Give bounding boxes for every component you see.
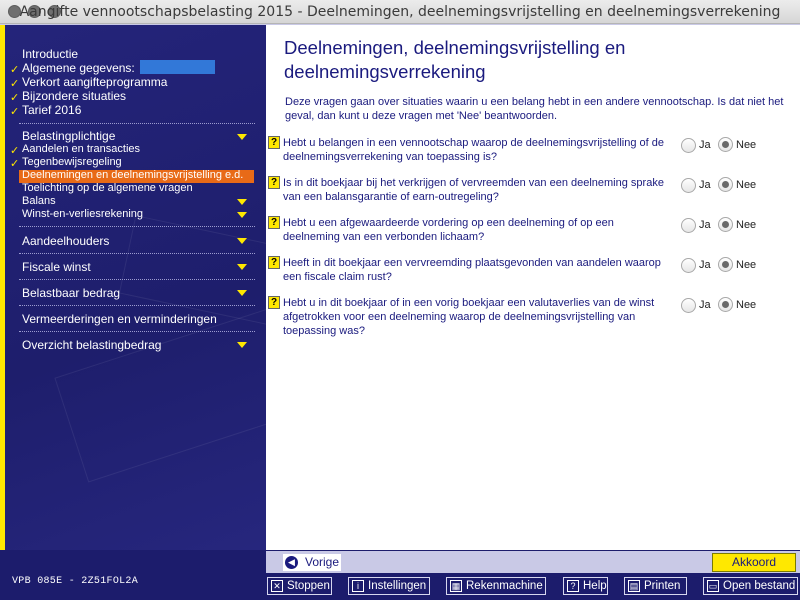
open-file-button[interactable]: ▭ Open bestand bbox=[703, 577, 798, 595]
sidebar-item-belastingplichtige[interactable]: Belastingplichtige bbox=[22, 129, 115, 143]
check-icon: ✓ bbox=[10, 92, 20, 104]
main-content: Deelnemingen, deelnemingsvrijstelling en… bbox=[266, 25, 800, 550]
radio-nee[interactable] bbox=[718, 217, 733, 232]
check-icon: ✓ bbox=[10, 158, 20, 170]
sidebar-divider bbox=[19, 226, 255, 227]
radio-label-nee: Nee bbox=[736, 179, 757, 191]
sidebar-item-aandelen-en-transacties[interactable]: Aandelen en transacties bbox=[22, 143, 140, 155]
check-icon: ✓ bbox=[10, 78, 20, 90]
sidebar-divider bbox=[19, 279, 255, 280]
chevron-down-icon[interactable] bbox=[237, 342, 247, 348]
open-file-button-label: Open bestand bbox=[723, 580, 796, 592]
radio-ja[interactable] bbox=[681, 298, 696, 313]
printer-icon: ▤ bbox=[628, 580, 640, 592]
calculator-button-label: Rekenmachine bbox=[466, 580, 543, 592]
help-icon[interactable]: ? bbox=[268, 296, 280, 309]
question-text: Hebt u in dit boekjaar of in een vorig b… bbox=[283, 297, 655, 337]
check-icon: ✓ bbox=[10, 145, 20, 157]
sidebar: Introductie ✓ Algemene gegevens: ✓ Verko… bbox=[0, 25, 266, 575]
sidebar-item-toelichting[interactable]: Toelichting op de algemene vragen bbox=[22, 182, 193, 194]
page-title: Deelnemingen, deelnemingsvrijstelling en… bbox=[284, 37, 626, 82]
sidebar-item-overzicht-belastingbedrag[interactable]: Overzicht belastingbedrag bbox=[22, 338, 161, 352]
sidebar-item-introductie[interactable]: Introductie bbox=[22, 47, 78, 61]
radio-ja[interactable] bbox=[681, 138, 696, 153]
help-icon[interactable]: ? bbox=[268, 176, 280, 189]
sidebar-item-aandeelhouders[interactable]: Aandeelhouders bbox=[22, 234, 109, 248]
stop-button-label: Stoppen bbox=[287, 580, 330, 592]
sidebar-divider bbox=[19, 305, 255, 306]
radio-label-nee: Nee bbox=[736, 259, 757, 271]
sidebar-item-deelnemingen[interactable]: Deelnemingen en deelnemingsvrijstelling … bbox=[22, 169, 243, 181]
question-text: Hebt u belangen in een vennootschap waar… bbox=[283, 137, 664, 163]
radio-ja[interactable] bbox=[681, 258, 696, 273]
sidebar-divider bbox=[19, 253, 255, 254]
help-button-label: Help bbox=[583, 580, 607, 592]
sidebar-item-vermeerderingen[interactable]: Vermeerderingen en verminderingen bbox=[22, 312, 217, 326]
radio-nee[interactable] bbox=[718, 297, 733, 312]
question-text: Is in dit boekjaar bij het verkrijgen of… bbox=[283, 177, 664, 203]
question-text: Hebt u een afgewaardeerde vordering op e… bbox=[283, 217, 614, 243]
chevron-down-icon[interactable] bbox=[237, 134, 247, 140]
sidebar-item-tegenbewijsregeling[interactable]: Tegenbewijsregeling bbox=[22, 156, 122, 168]
radio-label-ja: Ja bbox=[699, 299, 711, 311]
sidebar-item-algemene-gegevens[interactable]: Algemene gegevens: bbox=[22, 61, 135, 75]
calculator-icon: ▦ bbox=[450, 580, 462, 592]
radio-label-ja: Ja bbox=[699, 139, 711, 151]
help-button[interactable]: ? Help bbox=[563, 577, 608, 595]
sidebar-item-belastbaar-bedrag[interactable]: Belastbaar bedrag bbox=[22, 286, 120, 300]
window-title: Aangifte vennootschapsbelasting 2015 - D… bbox=[19, 4, 781, 20]
settings-button-label: Instellingen bbox=[368, 580, 427, 592]
radio-nee[interactable] bbox=[718, 257, 733, 272]
version-label: VPB 085E - 2Z51FOL2A bbox=[12, 576, 139, 587]
radio-nee[interactable] bbox=[718, 137, 733, 152]
back-button-label: Vorige bbox=[305, 555, 340, 569]
ok-button[interactable]: Akkoord bbox=[712, 553, 796, 572]
sidebar-divider bbox=[19, 123, 255, 124]
radio-label-ja: Ja bbox=[699, 179, 711, 191]
chevron-down-icon[interactable] bbox=[237, 212, 247, 218]
sidebar-divider bbox=[19, 331, 255, 332]
sidebar-item-tarief-2016[interactable]: Tarief 2016 bbox=[22, 103, 81, 117]
sidebar-item-balans[interactable]: Balans bbox=[22, 195, 56, 207]
help-icon: ? bbox=[567, 580, 579, 592]
help-icon[interactable]: ? bbox=[268, 136, 280, 149]
sidebar-item-verkort-aangifteprogramma[interactable]: Verkort aangifteprogramma bbox=[22, 75, 167, 89]
question-text: Heeft in dit boekjaar een vervreemding p… bbox=[283, 257, 661, 283]
radio-label-ja: Ja bbox=[699, 219, 711, 231]
chevron-down-icon[interactable] bbox=[237, 290, 247, 296]
help-icon[interactable]: ? bbox=[268, 256, 280, 269]
sidebar-item-fiscale-winst[interactable]: Fiscale winst bbox=[22, 260, 91, 274]
title-bar: Aangifte vennootschapsbelasting 2015 - D… bbox=[0, 0, 800, 24]
settings-button[interactable]: i Instellingen bbox=[348, 577, 430, 595]
intro-text: Deze vragen gaan over situaties waarin u… bbox=[285, 96, 784, 122]
radio-label-nee: Nee bbox=[736, 139, 757, 151]
radio-ja[interactable] bbox=[681, 218, 696, 233]
redacted-value bbox=[140, 60, 215, 74]
navigation-bar: ◀ Vorige Akkoord bbox=[266, 551, 800, 573]
stop-button[interactable]: ✕ Stoppen bbox=[267, 577, 332, 595]
help-icon[interactable]: ? bbox=[268, 216, 280, 229]
arrow-left-icon: ◀ bbox=[285, 556, 298, 569]
check-icon: ✓ bbox=[10, 64, 20, 76]
print-button[interactable]: ▤ Printen bbox=[624, 577, 687, 595]
chevron-down-icon[interactable] bbox=[237, 199, 247, 205]
folder-icon: ▭ bbox=[707, 580, 719, 592]
info-icon: i bbox=[352, 580, 364, 592]
radio-nee[interactable] bbox=[718, 177, 733, 192]
check-icon: ✓ bbox=[10, 106, 20, 118]
sidebar-item-bijzondere-situaties[interactable]: Bijzondere situaties bbox=[22, 89, 126, 103]
chevron-down-icon[interactable] bbox=[237, 264, 247, 270]
sidebar-item-winst-en-verliesrekening[interactable]: Winst-en-verliesrekening bbox=[22, 208, 143, 220]
back-button[interactable]: ◀ Vorige bbox=[283, 554, 341, 571]
radio-label-ja: Ja bbox=[699, 259, 711, 271]
radio-label-nee: Nee bbox=[736, 299, 757, 311]
radio-label-nee: Nee bbox=[736, 219, 757, 231]
chevron-down-icon[interactable] bbox=[237, 238, 247, 244]
radio-ja[interactable] bbox=[681, 178, 696, 193]
close-icon: ✕ bbox=[271, 580, 283, 592]
calculator-button[interactable]: ▦ Rekenmachine bbox=[446, 577, 546, 595]
print-button-label: Printen bbox=[644, 580, 681, 592]
